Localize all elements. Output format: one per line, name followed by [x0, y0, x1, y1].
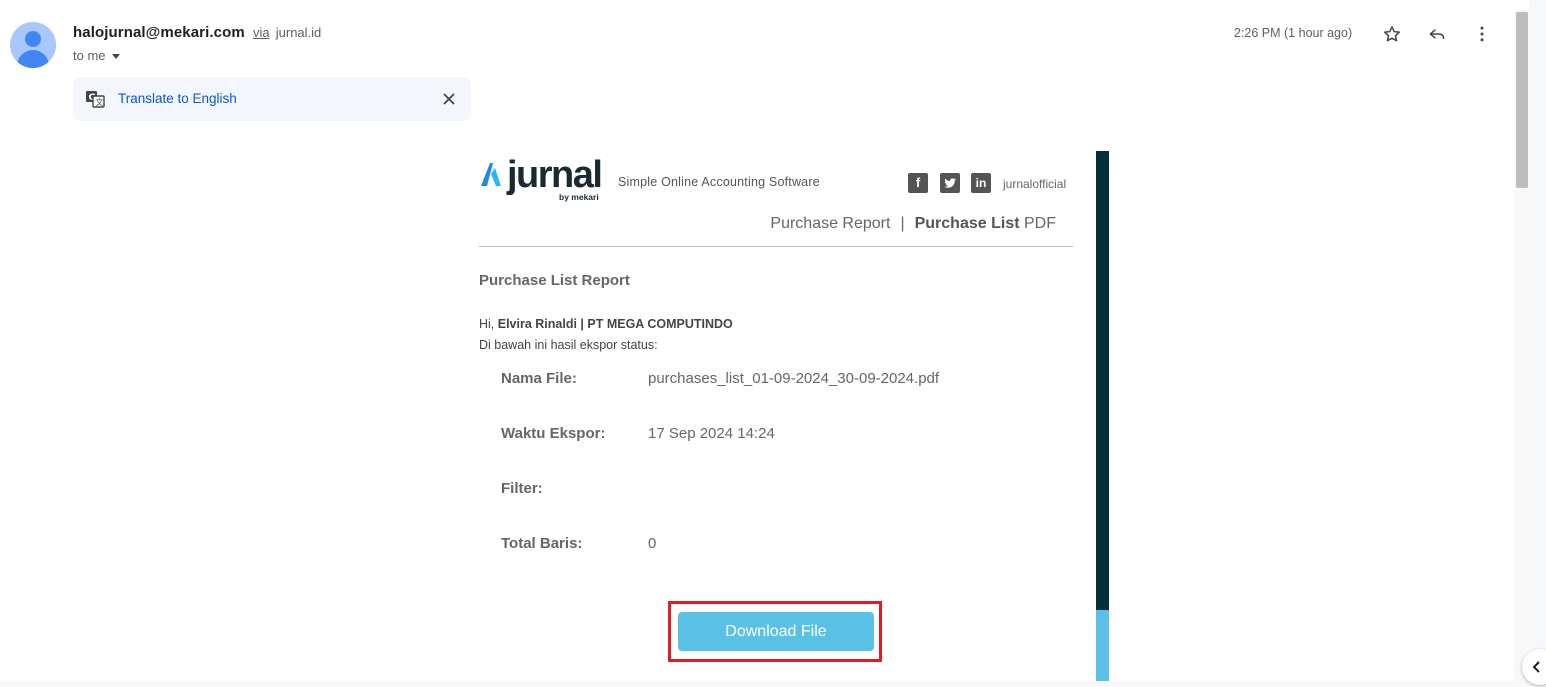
email-tagline: Simple Online Accounting Software	[618, 175, 820, 189]
report-title: Purchase List Report	[479, 272, 630, 289]
gmail-page: halojurnal@mekari.com via jurnal.id to m…	[0, 0, 1546, 687]
jurnal-logo-text: jurnal	[507, 154, 603, 196]
detail-label-filter: Filter:	[501, 480, 543, 497]
chevron-left-icon	[1532, 661, 1540, 673]
svg-text:文: 文	[96, 97, 104, 107]
sender-line: halojurnal@mekari.com via jurnal.id	[73, 24, 321, 41]
twitter-icon[interactable]	[940, 173, 960, 193]
purchase-report-link[interactable]: Purchase Report	[770, 215, 890, 232]
sender-email[interactable]: halojurnal@mekari.com	[73, 24, 245, 41]
email-side-accent-light	[1096, 610, 1109, 681]
purchase-list-label: Purchase List	[914, 215, 1020, 232]
jurnal-logo-sub: by mekari	[559, 192, 599, 202]
message-timestamp: 2:26 PM (1 hour ago)	[1234, 26, 1353, 40]
scrollbar-thumb[interactable]	[1516, 12, 1528, 188]
report-links: Purchase Report | Purchase List PDF	[770, 215, 1056, 233]
header-divider	[479, 246, 1073, 247]
jurnal-logo-mark	[479, 160, 503, 202]
report-links-separator: |	[900, 215, 905, 232]
greeting-prefix: Hi,	[479, 317, 498, 331]
avatar-head	[25, 31, 41, 47]
via-label[interactable]: via	[253, 25, 270, 40]
detail-value-export-time: 17 Sep 2024 14:24	[648, 425, 775, 442]
intro-text: Di bawah ini hasil ekspor status:	[479, 338, 658, 352]
download-file-button[interactable]: Download File	[678, 612, 874, 651]
translate-bar: G 文 Translate to English	[73, 77, 471, 121]
detail-label-export-time: Waktu Ekspor:	[501, 425, 606, 442]
recipient-label: to me	[73, 48, 106, 63]
detail-label-total-rows: Total Baris:	[501, 535, 583, 552]
message-pane: halojurnal@mekari.com via jurnal.id to m…	[0, 0, 1529, 681]
detail-label-file-name: Nama File:	[501, 370, 577, 387]
avatar-body	[17, 50, 49, 68]
chevron-down-icon[interactable]	[111, 54, 120, 60]
recipient-details[interactable]: to me	[73, 48, 120, 63]
linkedin-icon[interactable]: in	[971, 173, 991, 193]
greeting-name: Elvira Rinaldi | PT MEGA COMPUTINDO	[497, 317, 733, 331]
detail-value-total-rows: 0	[648, 535, 657, 552]
star-icon[interactable]	[1380, 22, 1404, 46]
email-side-accent-dark	[1096, 151, 1109, 610]
purchase-list-format: PDF	[1019, 215, 1056, 232]
social-handle: jurnalofficial	[1003, 177, 1067, 191]
detail-value-file-name: purchases_list_01-09-2024_30-09-2024.pdf	[648, 370, 940, 387]
greeting: Hi, Elvira Rinaldi | PT MEGA COMPUTINDO	[479, 317, 733, 331]
via-domain: jurnal.id	[275, 25, 322, 40]
sender-avatar[interactable]	[10, 22, 56, 68]
reply-icon[interactable]	[1425, 22, 1449, 46]
facebook-icon[interactable]: f	[908, 173, 928, 193]
translate-link[interactable]: Translate to English	[118, 91, 237, 106]
close-icon[interactable]	[439, 89, 459, 109]
translate-icon: G 文	[85, 89, 105, 109]
more-vert-icon[interactable]	[1470, 22, 1494, 46]
